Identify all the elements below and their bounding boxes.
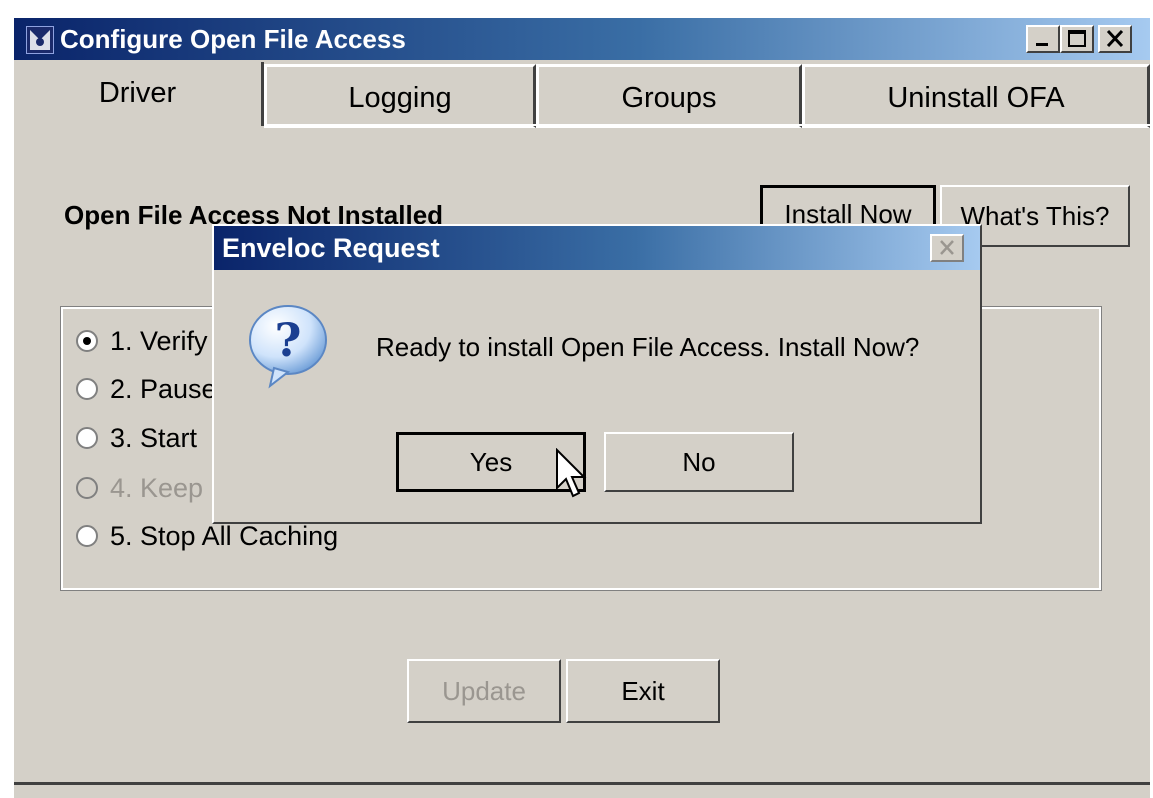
window-titlebar[interactable]: Configure Open File Access bbox=[14, 18, 1150, 60]
maximize-icon bbox=[1068, 30, 1086, 47]
close-icon bbox=[1106, 29, 1124, 48]
minimize-button[interactable] bbox=[1026, 25, 1060, 53]
tab-groups-label: Groups bbox=[621, 82, 717, 114]
yes-label: Yes bbox=[469, 447, 513, 477]
svg-text:?: ? bbox=[275, 313, 302, 367]
tab-uninstall-ofa-label: Uninstall OFA bbox=[887, 82, 1065, 114]
window-bottom-edge bbox=[14, 782, 1150, 785]
tab-groups[interactable]: Groups bbox=[536, 64, 802, 128]
tab-divider bbox=[264, 124, 1150, 126]
mouse-cursor-icon bbox=[556, 448, 587, 498]
whats-this-label: What's This? bbox=[960, 201, 1110, 231]
window-title: Configure Open File Access bbox=[60, 24, 406, 54]
option-pause-label: 2. Pause bbox=[110, 374, 217, 404]
tab-uninstall-ofa[interactable]: Uninstall OFA bbox=[802, 64, 1150, 128]
question-icon: ? bbox=[249, 305, 327, 389]
dialog-message: Ready to install Open File Access. Insta… bbox=[376, 332, 920, 362]
dialog-close-button[interactable] bbox=[930, 234, 964, 262]
exit-label: Exit bbox=[621, 676, 665, 706]
close-icon bbox=[940, 240, 954, 255]
minimize-icon bbox=[1036, 43, 1048, 46]
no-button[interactable]: No bbox=[604, 432, 794, 492]
update-button: Update bbox=[407, 659, 561, 723]
radio-icon bbox=[76, 378, 98, 400]
option-stop-all-caching-label: 5. Stop All Caching bbox=[110, 521, 339, 551]
tab-logging[interactable]: Logging bbox=[264, 64, 536, 128]
option-keep-label: 4. Keep bbox=[110, 473, 204, 503]
dialog-title: Enveloc Request bbox=[222, 233, 440, 263]
radio-selected-icon bbox=[76, 330, 98, 352]
option-start-label: 3. Start bbox=[110, 423, 198, 453]
option-verify-label: 1. Verify bbox=[110, 326, 208, 356]
dialog-titlebar[interactable]: Enveloc Request bbox=[214, 226, 980, 270]
enveloc-request-dialog: Enveloc Request ? Ready to install Open … bbox=[212, 224, 982, 524]
tab-logging-label: Logging bbox=[348, 82, 452, 114]
maximize-button[interactable] bbox=[1060, 25, 1094, 53]
app-icon bbox=[26, 26, 54, 54]
close-button[interactable] bbox=[1098, 25, 1132, 53]
no-label: No bbox=[682, 447, 716, 477]
radio-icon bbox=[76, 427, 98, 449]
update-label: Update bbox=[442, 676, 526, 706]
radio-icon bbox=[76, 525, 98, 547]
tab-driver-label: Driver bbox=[98, 77, 177, 109]
radio-icon bbox=[76, 477, 98, 499]
tab-driver[interactable]: Driver bbox=[14, 62, 264, 126]
exit-button[interactable]: Exit bbox=[566, 659, 720, 723]
